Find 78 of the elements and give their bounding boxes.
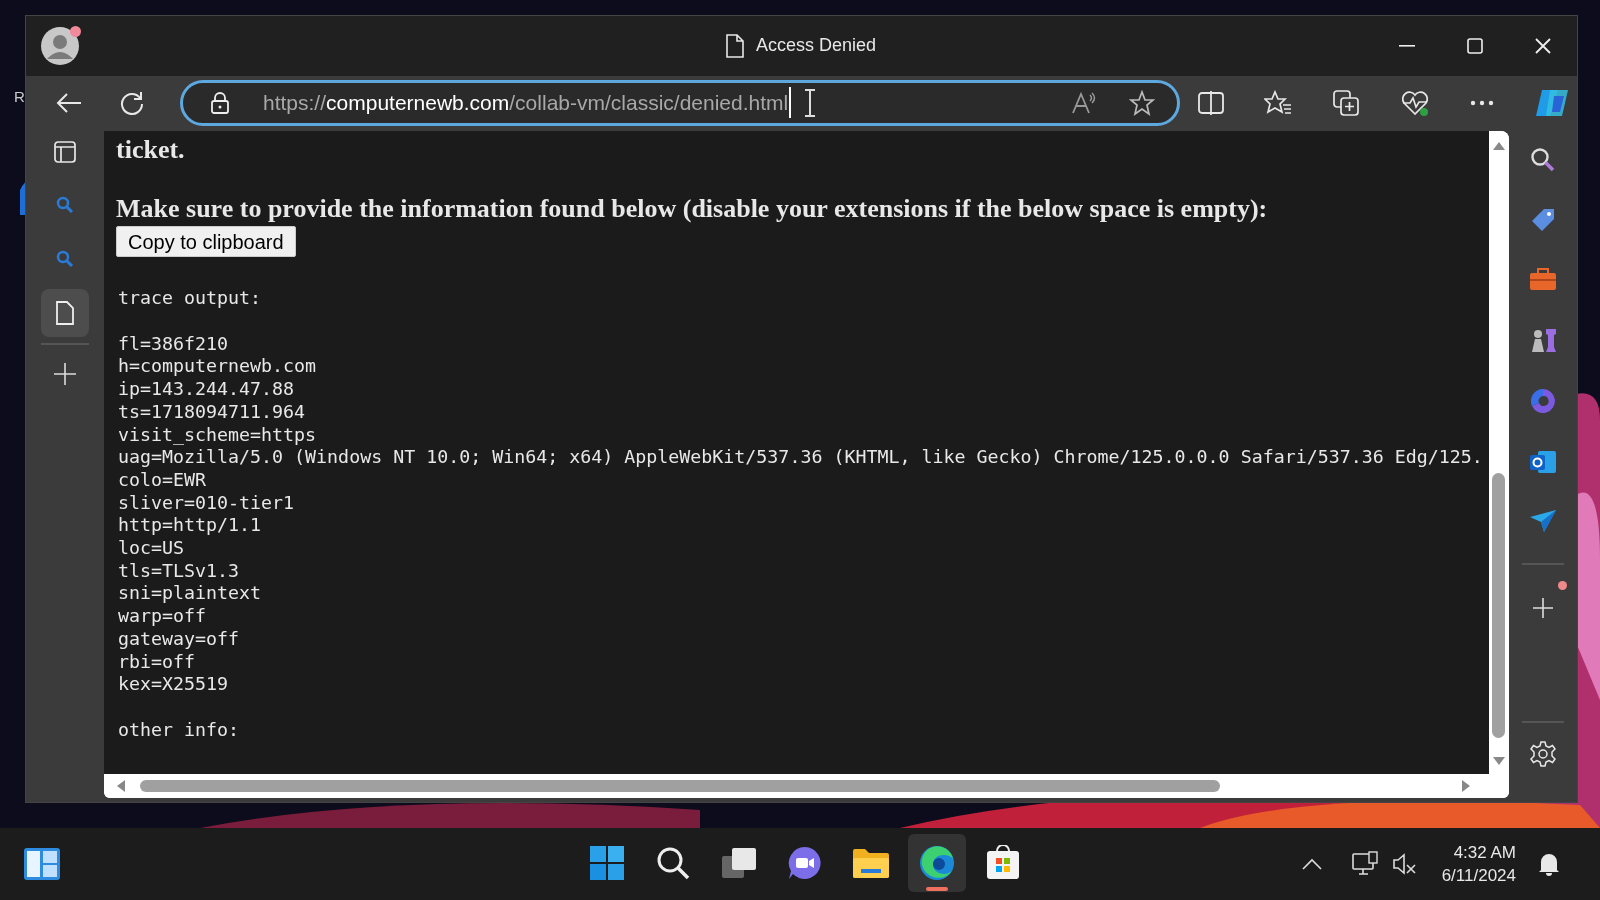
favorites-icon[interactable] (1264, 89, 1292, 116)
maximize-icon (1467, 38, 1483, 54)
swirl-icon[interactable] (1529, 387, 1557, 415)
trace-line: gateway=off (118, 627, 240, 651)
active-indicator (926, 887, 948, 891)
chevron-up-icon[interactable] (1301, 858, 1322, 870)
trace-line: loc=US (118, 537, 185, 560)
read-aloud-icon (1071, 90, 1097, 115)
instruction-heading: Make sure to provide the information found below (disable your extensions if the below space is empty): (116, 194, 1268, 224)
collections-icon[interactable] (1332, 88, 1360, 117)
tab-actions-icon[interactable] (54, 141, 76, 163)
paper-plane-icon[interactable] (1529, 509, 1557, 533)
lock-icon (211, 91, 229, 114)
back-arrow-icon (56, 91, 82, 114)
scroll-down-icon[interactable] (1493, 757, 1505, 766)
trace-line: h=computernewb.com (118, 355, 317, 379)
trace-line: sni=plaintext (118, 582, 262, 606)
text-cursor-icon (803, 88, 818, 117)
clock-date[interactable]: 6/11/2024 (1441, 864, 1516, 887)
store-bag-icon (985, 845, 1021, 881)
trace-line: rbi=off (118, 650, 196, 674)
trace-line: ip=143.244.47.88 (118, 378, 295, 401)
trace-line: tls=TLSv1.3 (118, 559, 240, 583)
task-view-icon (721, 847, 757, 879)
scroll-right-icon[interactable] (1462, 780, 1471, 792)
network-icon[interactable] (1351, 851, 1378, 877)
settings-icon[interactable] (1530, 741, 1556, 767)
favorite-star-icon[interactable] (1129, 89, 1155, 116)
ticket-text: ticket. (116, 135, 185, 165)
toolbox-icon[interactable] (1529, 267, 1557, 291)
document-icon (55, 301, 75, 325)
trace-line: colo=EWR (118, 468, 207, 492)
muted-speaker-icon[interactable] (1391, 852, 1418, 876)
trace-line: ts=1718094711.964 (118, 400, 306, 424)
scroll-left-icon[interactable] (116, 780, 125, 792)
plus-icon (1533, 598, 1553, 618)
plus-icon (54, 363, 76, 385)
profile-avatar[interactable] (41, 27, 79, 65)
trace-line: sliver=010-tier1 (118, 491, 295, 515)
search-icon (56, 250, 74, 268)
widgets-icon[interactable] (24, 848, 60, 880)
url-text: https://computernewb.com/collab-vm/classic/denied.html (263, 86, 792, 119)
trace-line: uag=Mozilla/5.0 (Windows NT 10.0; Win64; x64) AppleWebKit/537.36 (KHTML, like Gecko) Chrome/125.0.0.0 Safari/537.36 Edg/125. (118, 446, 1483, 469)
folder-icon (852, 847, 890, 879)
scrollbar-thumb[interactable] (1492, 473, 1505, 738)
document-icon (726, 33, 744, 58)
tag-icon[interactable] (1530, 207, 1556, 233)
browser-swirl-icon (919, 845, 955, 881)
start-icon (589, 845, 625, 881)
search-icon (656, 846, 690, 880)
address-bar[interactable]: https://computernewb.com/collab-vm/classic/denied.html (180, 79, 1180, 126)
heart-pulse-icon[interactable] (1400, 88, 1430, 117)
video-chat-icon (787, 846, 823, 880)
search-icon (56, 196, 74, 214)
desktop-label: R (14, 87, 25, 107)
minimize-icon (1399, 45, 1415, 47)
vertical-tab[interactable] (41, 289, 89, 337)
clock-time[interactable]: 4:32 AM (1453, 841, 1516, 864)
add-button[interactable] (1530, 595, 1556, 621)
trace-line: fl=386f210 (118, 332, 229, 356)
other-info-heading: other info: (118, 718, 240, 742)
trace-line: visit_scheme=https (118, 423, 317, 447)
more-icon[interactable] (1470, 99, 1494, 106)
trace-line: warp=off (118, 605, 207, 628)
copy-to-clipboard-button[interactable]: Copy to clipboard (116, 226, 296, 257)
close-icon (1535, 38, 1551, 54)
scrollbar-thumb[interactable] (140, 780, 1220, 792)
trace-heading: trace output: (118, 287, 262, 310)
split-screen-icon[interactable] (1198, 90, 1224, 115)
notification-bell-icon[interactable] (1538, 852, 1560, 876)
mail-app-icon[interactable] (1529, 449, 1557, 475)
search-icon[interactable] (1530, 147, 1556, 173)
scroll-up-icon[interactable] (1493, 141, 1505, 150)
window-title: Access Denied (756, 34, 877, 57)
trace-line: kex=X25519 (118, 673, 229, 696)
trace-line: http=http/1.1 (118, 514, 262, 538)
refresh-icon (119, 89, 145, 116)
taskbar-app[interactable] (908, 834, 966, 892)
